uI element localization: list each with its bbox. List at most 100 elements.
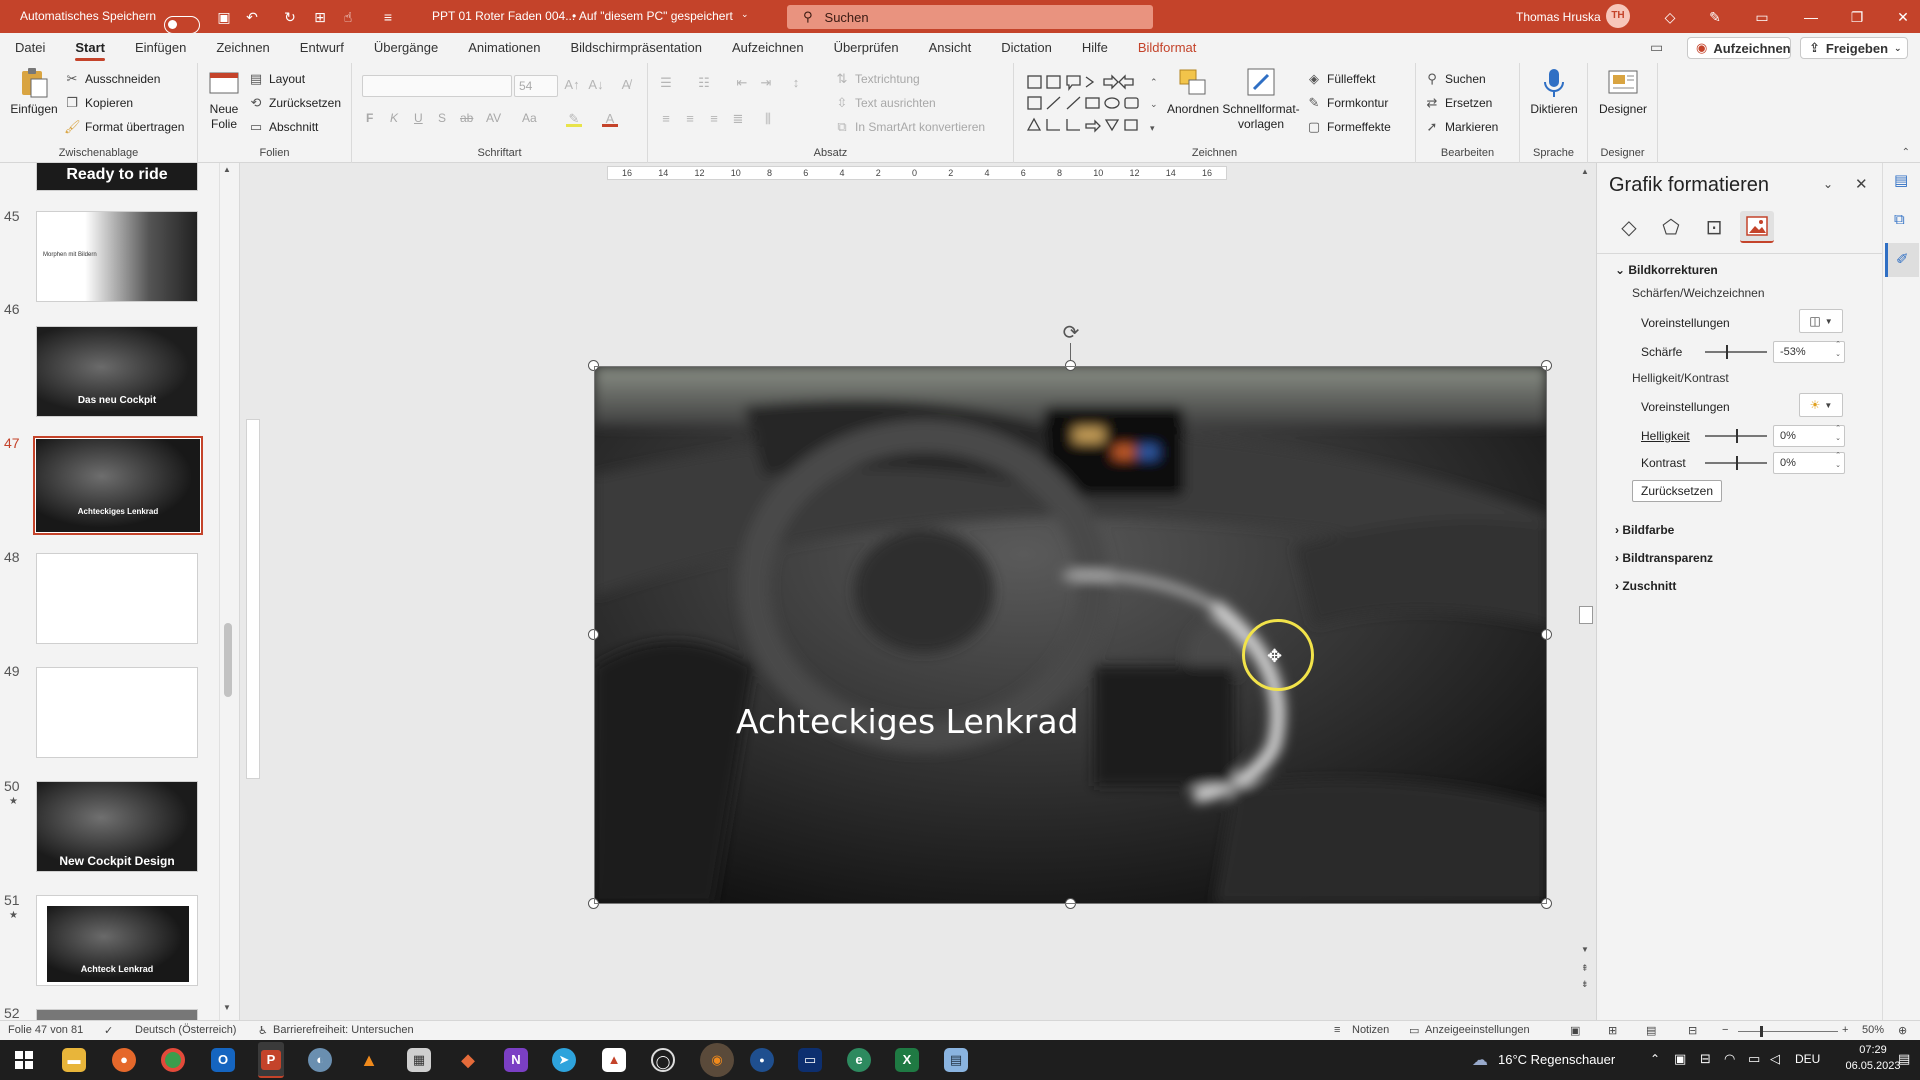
pane-options-chevron-icon[interactable]: ⌄ [1823,177,1833,191]
resize-handle-bottom-left[interactable] [588,898,599,909]
resize-handle-bottom[interactable] [1065,898,1076,909]
weather-text[interactable]: 16°C Regenschauer [1498,1052,1615,1067]
slide-thumb-45[interactable]: Morphen mit Bildern [36,211,198,302]
font-size-combo[interactable]: 54 [514,75,558,97]
minimize-icon[interactable]: — [1802,8,1820,26]
arrange-button[interactable]: Anordnen [1164,67,1222,117]
contrast-slider[interactable] [1705,456,1767,470]
telegram-icon[interactable]: ➤ [552,1048,576,1072]
sharpness-input[interactable]: -53% [1773,340,1845,363]
collapse-ribbon-icon[interactable]: ⌃ [1902,147,1910,158]
current-slide[interactable]: Achteckiges Lenkrad [594,366,1547,904]
obs-icon[interactable]: ◉ [700,1043,734,1077]
tab-bildformat[interactable]: Bildformat [1123,33,1212,63]
section-button[interactable]: ▭ Abschnitt [248,119,319,135]
align-left-button[interactable]: ≡ [658,111,679,127]
onenote-icon[interactable]: N [504,1048,528,1072]
saved-state[interactable]: • Auf "diesem PC" gespeichert [572,9,733,23]
replace-button[interactable]: ⇄ Ersetzen [1424,95,1493,111]
tab-datei[interactable]: Datei [0,33,60,63]
diamond-icon[interactable]: ◇ [1661,8,1679,26]
slide-thumb-49[interactable] [36,667,198,758]
zoom-in-icon[interactable]: + [1842,1024,1848,1036]
fit-slide-icon[interactable]: ⊕ [1898,1024,1907,1037]
close-icon[interactable]: ✕ [1894,8,1912,26]
sharpness-slider[interactable] [1705,345,1767,359]
align-right-button[interactable]: ≡ [706,111,727,127]
tab-ansicht[interactable]: Ansicht [914,33,987,63]
undo-icon[interactable]: ↶ [243,8,261,26]
presentation-view-icon[interactable]: ⊟ [1688,1024,1697,1037]
tab-start[interactable]: Start [60,33,120,63]
slide-thumb-48[interactable] [36,553,198,644]
slide-thumb-47[interactable]: Achteckiges Lenkrad [33,436,203,535]
tab-aufzeichnen[interactable]: Aufzeichnen [717,33,819,63]
bullets-button[interactable]: ☰ [658,75,679,91]
redo-icon[interactable]: ↻ [281,8,299,26]
powerpoint-taskbar-icon[interactable]: P [258,1042,284,1078]
canvas-scrollbar[interactable]: ▲ ▼ ⇞ ⇟ [1577,163,1595,1020]
slide-thumb-46[interactable]: Das neu Cockpit [36,326,198,417]
copy-button[interactable]: ❐ Kopieren [64,95,133,111]
comments-icon[interactable]: ▭ [1650,39,1663,56]
scroll-thumb[interactable] [224,623,232,697]
effects-pentagon-icon[interactable]: ⬠ [1654,211,1688,243]
rotate-handle-icon[interactable]: ⟳ [1059,321,1083,345]
document-title[interactable]: PPT 01 Roter Faden 004... [432,9,575,23]
file-explorer-icon[interactable]: ▬ [62,1048,86,1072]
resize-handle-top-right[interactable] [1541,360,1552,371]
chevron-down-icon[interactable]: ⌄ [741,9,749,20]
find-button[interactable]: ⚲ Suchen [1424,71,1485,87]
resize-handle-right[interactable] [1541,629,1552,640]
next-slide-icon[interactable]: ⇟ [1581,979,1589,990]
shapes-rail-icon[interactable]: ⧉ [1894,211,1905,228]
tab-entwurf[interactable]: Entwurf [285,33,359,63]
section-transparency[interactable]: › Bildtransparenz [1615,551,1713,565]
new-slide-button[interactable]: Neue Folie [202,67,246,132]
slide-sorter-icon[interactable]: ⊞ [1608,1024,1617,1037]
blue-app-icon[interactable]: ● [750,1048,774,1072]
windows-start-icon[interactable] [12,1048,36,1072]
avatar[interactable]: TH [1606,4,1630,28]
present-icon[interactable]: ⊞ [311,8,329,26]
quick-styles-button[interactable]: Schnellformat-vorlagen [1222,67,1300,132]
tab-hilfe[interactable]: Hilfe [1067,33,1123,63]
tab-bildschirmpraesentation[interactable]: Bildschirmpräsentation [555,33,717,63]
zoom-knob[interactable] [1760,1026,1763,1037]
section-crop[interactable]: › Zuschnitt [1615,579,1676,593]
battery-icon[interactable]: ▭ [1748,1051,1760,1067]
save-icon[interactable]: ▣ [215,8,233,26]
normal-view-icon[interactable]: ▣ [1570,1024,1580,1037]
scroll-down-icon[interactable]: ▼ [1581,945,1589,954]
paste-button[interactable]: Einfügen [6,67,62,117]
edge-icon[interactable]: e [847,1048,871,1072]
share-button[interactable]: ⇪ Freigeben ⌄ [1800,37,1908,59]
close-pane-icon[interactable]: ✕ [1855,175,1868,193]
scroll-down-icon[interactable]: ▼ [223,1003,231,1012]
speaker-icon[interactable]: ◁ [1770,1051,1780,1067]
font-family-combo[interactable] [362,75,512,97]
brightness-presets-dropdown[interactable]: ☀ ▼ [1799,393,1843,417]
align-center-button[interactable]: ≡ [682,111,703,127]
shape-outline-button[interactable]: ✎ Formkontur [1306,95,1389,111]
resize-handle-top[interactable] [1065,360,1076,371]
tab-dictation[interactable]: Dictation [986,33,1067,63]
columns-button[interactable]: ⫼ [760,111,781,127]
underline-button[interactable]: U [414,111,423,125]
terminal-icon[interactable]: ▭ [798,1048,822,1072]
resize-handle-left[interactable] [588,629,599,640]
justify-button[interactable]: ≣ [730,111,751,127]
brightness-slider[interactable] [1705,429,1767,443]
highlight-button[interactable]: ✎ [566,111,587,127]
contrast-input[interactable]: 0% [1773,451,1845,474]
slide-thumb-44[interactable]: Ready to ride [36,163,198,191]
input-language[interactable]: DEU [1795,1052,1820,1066]
wifi-icon[interactable]: ◠ [1724,1051,1735,1067]
format-painter-button[interactable]: 🖌 Format übertragen [64,119,184,135]
slide-caption[interactable]: Achteckiges Lenkrad [736,702,1079,741]
app-icon[interactable]: ◐ [308,1048,332,1072]
grow-font-button[interactable]: A↑ [564,77,585,93]
notes-button[interactable]: Notizen [1352,1024,1389,1036]
tab-zeichnen[interactable]: Zeichnen [201,33,284,63]
previous-slide-icon[interactable]: ⇞ [1581,963,1589,974]
